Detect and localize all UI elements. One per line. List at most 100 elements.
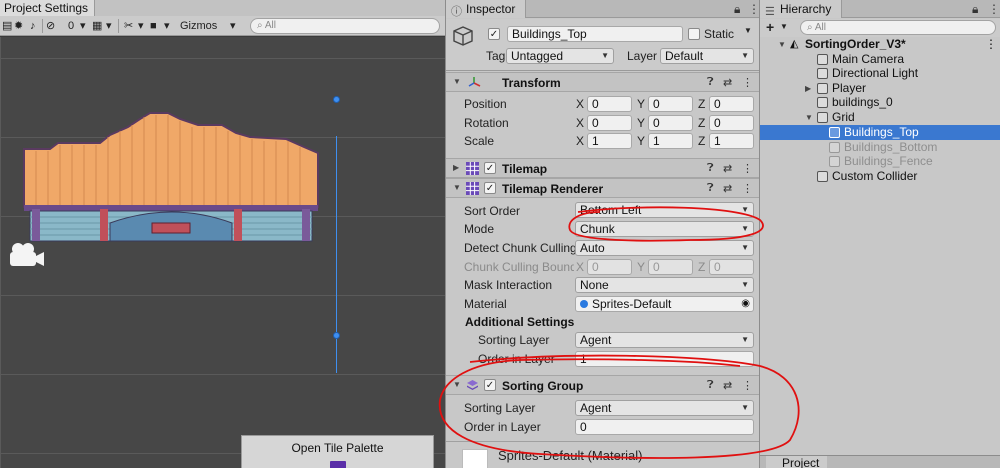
- culling-bounds-label: Chunk Culling Bounds: [464, 260, 574, 274]
- object-active-checkbox[interactable]: ✓: [488, 28, 500, 40]
- object-name-field[interactable]: Buildings_Top: [507, 26, 683, 42]
- static-checkbox[interactable]: [688, 28, 700, 40]
- more-menu-icon[interactable]: ⋮: [985, 37, 997, 52]
- fold-arrow-icon[interactable]: ▶: [805, 81, 811, 96]
- sort-order-dropdown[interactable]: Bottom Left ▼: [575, 202, 754, 218]
- more-menu-icon[interactable]: ⋮: [748, 2, 760, 16]
- hierarchy-item-grid[interactable]: ▼ Grid: [760, 110, 1000, 125]
- hierarchy-item-player[interactable]: ▶ Player: [760, 81, 1000, 96]
- selection-handle[interactable]: [333, 96, 340, 103]
- more-menu-icon[interactable]: ⋮: [742, 76, 753, 89]
- position-z-field[interactable]: 0: [709, 96, 754, 112]
- presets-icon[interactable]: ⇄: [723, 182, 732, 195]
- tab-project[interactable]: Project: [766, 456, 828, 468]
- help-icon[interactable]: ❓︎: [707, 76, 714, 89]
- sorting-group-enabled-checkbox[interactable]: ✓: [484, 379, 496, 391]
- scale-z-field[interactable]: 1: [709, 133, 754, 149]
- tilemap-enabled-checkbox[interactable]: ✓: [484, 162, 496, 174]
- fold-arrow-icon[interactable]: ▼: [453, 183, 461, 192]
- position-x-field[interactable]: 0: [587, 96, 632, 112]
- sorting-group-header[interactable]: ▼ ✓ Sorting Group ❓︎ ⇄ ⋮: [446, 375, 759, 395]
- hierarchy-item-buildings-fence[interactable]: Buildings_Fence: [760, 154, 1000, 169]
- chevron-down-icon[interactable]: ▾: [230, 18, 236, 34]
- object-picker-icon[interactable]: ◉: [741, 297, 750, 311]
- tab-project-settings[interactable]: Project Settings: [0, 0, 96, 16]
- sorting-group-order-field[interactable]: 0: [575, 419, 754, 435]
- scene-search-input[interactable]: ⌕ All: [250, 18, 440, 34]
- fold-arrow-icon[interactable]: ▼: [778, 37, 786, 52]
- additional-settings-title[interactable]: Additional Settings: [465, 315, 574, 329]
- hierarchy-item-buildings-bottom[interactable]: Buildings_Bottom: [760, 140, 1000, 155]
- chevron-down-icon[interactable]: ▾: [80, 18, 86, 34]
- sorting-layer-dropdown[interactable]: Agent ▼: [575, 332, 754, 348]
- sorting-group-layer-dropdown[interactable]: Agent ▼: [575, 400, 754, 416]
- tilemap-renderer-header[interactable]: ▼ ✓ Tilemap Renderer ❓︎ ⇄ ⋮: [446, 178, 759, 198]
- axis-z-label: Z: [698, 116, 706, 130]
- scale-x-field[interactable]: 1: [587, 133, 632, 149]
- tools-icon[interactable]: ✂: [124, 18, 133, 34]
- add-button[interactable]: +: [766, 19, 774, 35]
- rotation-y-field[interactable]: 0: [648, 115, 693, 131]
- camera-icon[interactable]: ■: [150, 18, 157, 34]
- help-icon[interactable]: ❓︎: [707, 162, 714, 175]
- layer-dropdown[interactable]: Default ▼: [660, 48, 754, 64]
- lock-icon[interactable]: 🔒︎: [734, 2, 740, 17]
- more-menu-icon[interactable]: ⋮: [742, 379, 753, 392]
- mode-dropdown[interactable]: Chunk ▼: [575, 221, 754, 237]
- presets-icon[interactable]: ⇄: [723, 379, 732, 392]
- scene-root-row[interactable]: ▼ ◭ SortingOrder_V3* ⋮: [760, 37, 1000, 52]
- help-icon[interactable]: ❓︎: [707, 379, 714, 392]
- tag-dropdown[interactable]: Untagged ▼: [506, 48, 614, 64]
- help-icon[interactable]: ❓︎: [707, 182, 714, 195]
- mask-interaction-dropdown[interactable]: None ▼: [575, 277, 754, 293]
- more-menu-icon[interactable]: ⋮: [742, 162, 753, 175]
- hierarchy-item-main-camera[interactable]: Main Camera: [760, 52, 1000, 67]
- chevron-down-icon[interactable]: ▼: [780, 22, 788, 31]
- more-menu-icon[interactable]: ⋮: [988, 2, 1000, 16]
- camera-gizmo-icon[interactable]: [6, 240, 46, 272]
- chevron-down-icon[interactable]: ▼: [744, 26, 752, 35]
- hierarchy-item-custom-collider[interactable]: Custom Collider: [760, 169, 1000, 184]
- transform-header[interactable]: ▼ Transform ❓︎ ⇄ ⋮: [446, 72, 759, 92]
- hierarchy-item-directional-light[interactable]: Directional Light: [760, 66, 1000, 81]
- rotation-z-field[interactable]: 0: [709, 115, 754, 131]
- scale-y-field[interactable]: 1: [648, 133, 693, 149]
- lock-icon[interactable]: 🔒︎: [972, 2, 978, 17]
- lighting-icon[interactable]: ✹: [14, 18, 23, 34]
- hidden-objects-icon[interactable]: ⊘: [46, 18, 55, 34]
- tilemap-renderer-enabled-checkbox[interactable]: ✓: [484, 182, 496, 194]
- fold-arrow-icon[interactable]: ▶: [453, 163, 459, 172]
- fold-arrow-icon[interactable]: ▼: [453, 380, 461, 389]
- detect-culling-dropdown[interactable]: Auto ▼: [575, 240, 754, 256]
- audio-icon[interactable]: ♪: [30, 18, 36, 34]
- material-preview-footer[interactable]: Sprites-Default (Material): [446, 441, 759, 468]
- tilemap-header[interactable]: ▶ ✓ Tilemap ❓︎ ⇄ ⋮: [446, 158, 759, 178]
- fold-arrow-icon[interactable]: ▼: [805, 110, 813, 125]
- chevron-down-icon[interactable]: ▾: [164, 18, 170, 34]
- position-y-field[interactable]: 0: [648, 96, 693, 112]
- toggle-2d-icon[interactable]: ▤: [2, 18, 12, 34]
- gizmos-button[interactable]: Gizmos: [180, 18, 217, 34]
- hierarchy-item-buildings-top[interactable]: Buildings_Top: [760, 125, 1000, 140]
- chevron-down-icon[interactable]: ▾: [138, 18, 144, 34]
- gameobject-cube-icon: [817, 97, 828, 108]
- hierarchy-search-input[interactable]: ⌕ All: [800, 20, 996, 35]
- hierarchy-item-buildings-0[interactable]: buildings_0: [760, 95, 1000, 110]
- fold-arrow-icon[interactable]: ▼: [453, 77, 461, 86]
- presets-icon[interactable]: ⇄: [723, 162, 732, 175]
- tab-hierarchy[interactable]: ☰ Hierarchy: [760, 0, 843, 18]
- scene-viewport[interactable]: [0, 37, 445, 468]
- grid-icon[interactable]: ▦: [92, 18, 102, 34]
- tab-inspector-label: Inspector: [466, 2, 516, 16]
- tilemap-title: Tilemap: [502, 162, 548, 176]
- axis-x-label: X: [576, 134, 585, 148]
- chevron-down-icon[interactable]: ▾: [106, 18, 112, 34]
- selection-handle[interactable]: [333, 332, 340, 339]
- order-in-layer-field[interactable]: 1: [575, 351, 754, 367]
- rotation-x-field[interactable]: 0: [587, 115, 632, 131]
- presets-icon[interactable]: ⇄: [723, 76, 732, 89]
- open-tile-palette-button[interactable]: Open Tile Palette: [241, 435, 434, 468]
- tab-inspector[interactable]: ⓘ Inspector: [446, 0, 527, 18]
- material-field[interactable]: Sprites-Default ◉: [575, 296, 754, 312]
- more-menu-icon[interactable]: ⋮: [742, 182, 753, 195]
